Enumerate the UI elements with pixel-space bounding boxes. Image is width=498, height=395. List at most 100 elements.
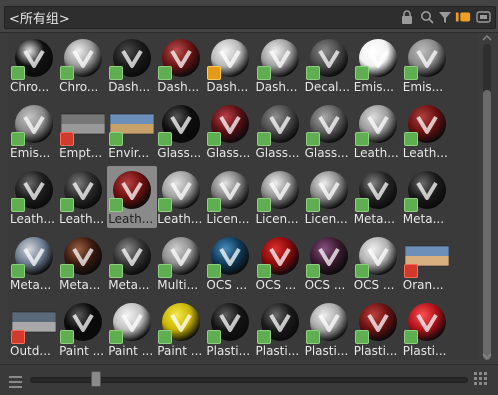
material-item[interactable]: Plasti... bbox=[206, 299, 255, 360]
material-item[interactable]: Leath... bbox=[157, 167, 206, 233]
slider-handle[interactable] bbox=[91, 371, 102, 387]
material-item[interactable]: Meta... bbox=[10, 233, 59, 299]
list-view-icon[interactable] bbox=[9, 373, 22, 392]
material-item[interactable]: Leath... bbox=[10, 167, 59, 233]
status-badge-icon bbox=[354, 330, 369, 344]
material-item[interactable]: Outd... bbox=[10, 299, 59, 360]
material-label: Emis... bbox=[10, 146, 51, 160]
material-item[interactable]: Licen... bbox=[256, 167, 305, 233]
material-item[interactable]: Leath... bbox=[59, 167, 108, 233]
material-item[interactable]: Leath... bbox=[107, 166, 158, 233]
status-badge-icon bbox=[305, 66, 320, 80]
scroll-down-icon[interactable] bbox=[481, 352, 493, 360]
material-label: Dash... bbox=[157, 80, 200, 94]
material-label: OCS ... bbox=[304, 278, 346, 292]
status-badge-icon bbox=[11, 198, 25, 212]
material-item[interactable]: Plasti... bbox=[403, 299, 452, 360]
material-item[interactable]: Glass... bbox=[206, 101, 255, 167]
material-item[interactable]: Oran... bbox=[403, 233, 452, 299]
material-item[interactable]: Glass... bbox=[305, 101, 354, 167]
material-label: Emis... bbox=[353, 80, 394, 94]
material-item[interactable]: OCS ... bbox=[256, 233, 305, 299]
material-item[interactable]: Meta... bbox=[403, 167, 452, 233]
status-badge-icon bbox=[403, 198, 418, 212]
search-icon[interactable] bbox=[419, 9, 435, 25]
status-badge-icon bbox=[109, 198, 124, 212]
material-item[interactable]: Meta... bbox=[59, 233, 108, 299]
status-badge-icon bbox=[11, 264, 25, 278]
status-badge-icon bbox=[354, 264, 369, 278]
material-label: Leath... bbox=[10, 212, 55, 226]
material-item[interactable]: OCS ... bbox=[305, 233, 354, 299]
group-title[interactable]: <所有组> bbox=[9, 8, 70, 27]
tag-icon[interactable] bbox=[475, 9, 491, 25]
status-badge-icon bbox=[109, 66, 124, 80]
status-badge-icon bbox=[158, 264, 173, 278]
material-item[interactable]: Meta... bbox=[108, 233, 157, 299]
material-label: Paint ... bbox=[157, 344, 203, 358]
material-label: Plasti... bbox=[353, 344, 398, 358]
status-badge-icon bbox=[305, 330, 320, 344]
material-label: Dash... bbox=[255, 80, 298, 94]
material-item[interactable]: Leath... bbox=[354, 101, 403, 167]
status-badge-icon bbox=[256, 330, 271, 344]
material-item[interactable]: Emis... bbox=[10, 101, 59, 167]
material-item[interactable]: Emis... bbox=[403, 35, 452, 101]
material-item[interactable]: Dash... bbox=[108, 35, 157, 101]
footer-bar bbox=[0, 364, 498, 395]
scroll-up-icon[interactable] bbox=[481, 34, 493, 42]
material-label: Multi... bbox=[157, 278, 199, 292]
vertical-scrollbar[interactable] bbox=[481, 34, 493, 361]
material-item[interactable]: Licen... bbox=[305, 167, 354, 233]
material-item[interactable]: Decal... bbox=[305, 35, 354, 101]
title-bar: <所有组> bbox=[0, 0, 498, 33]
toggle-view-icon[interactable] bbox=[455, 9, 471, 25]
status-badge-icon bbox=[305, 264, 320, 278]
scroll-thumb[interactable] bbox=[483, 90, 491, 360]
material-label: Meta... bbox=[10, 278, 52, 292]
material-item[interactable]: Paint ... bbox=[108, 299, 157, 360]
material-item[interactable]: Chro... bbox=[10, 35, 59, 101]
material-item[interactable]: Dash... bbox=[157, 35, 206, 101]
material-label: Licen... bbox=[255, 212, 299, 226]
material-item[interactable]: Plasti... bbox=[305, 299, 354, 360]
material-item[interactable]: Dash... bbox=[256, 35, 305, 101]
material-item[interactable]: Meta... bbox=[354, 167, 403, 233]
group-selector[interactable]: <所有组> bbox=[4, 6, 496, 29]
material-item[interactable]: Emis... bbox=[354, 35, 403, 101]
material-item[interactable]: Paint ... bbox=[157, 299, 206, 360]
status-badge-icon bbox=[60, 66, 75, 80]
lock-icon[interactable] bbox=[399, 9, 415, 25]
status-badge-icon bbox=[403, 132, 418, 146]
status-badge-icon bbox=[207, 66, 222, 80]
material-item[interactable]: OCS ... bbox=[354, 233, 403, 299]
material-label: Leath... bbox=[402, 146, 448, 160]
material-label: Leath... bbox=[157, 212, 203, 226]
material-item[interactable]: Multi... bbox=[157, 233, 206, 299]
material-item[interactable]: Glass... bbox=[256, 101, 305, 167]
material-item[interactable]: Licen... bbox=[206, 167, 255, 233]
material-label: Glass... bbox=[157, 146, 202, 160]
material-label: Plasti... bbox=[255, 344, 300, 358]
status-badge-icon bbox=[207, 198, 222, 212]
material-item[interactable]: Dash... bbox=[206, 35, 255, 101]
material-label: Paint ... bbox=[108, 344, 154, 358]
grid-view-icon[interactable] bbox=[474, 371, 488, 390]
status-badge-icon bbox=[305, 132, 320, 146]
material-label: Dash... bbox=[206, 80, 249, 94]
material-item[interactable]: Envir... bbox=[108, 101, 157, 167]
material-item[interactable]: Paint ... bbox=[59, 299, 108, 360]
material-item[interactable]: Leath... bbox=[403, 101, 452, 167]
material-label: Envir... bbox=[108, 146, 150, 160]
material-item[interactable]: Glass... bbox=[157, 101, 206, 167]
status-badge-icon bbox=[305, 198, 320, 212]
material-item[interactable]: OCS ... bbox=[206, 233, 255, 299]
material-grid: Chro... Chro... Dash... Dash... Dash... … bbox=[8, 33, 478, 360]
material-item[interactable]: Plasti... bbox=[354, 299, 403, 360]
filter-icon[interactable] bbox=[437, 9, 453, 25]
status-badge-icon bbox=[207, 132, 222, 146]
material-item[interactable]: Plasti... bbox=[256, 299, 305, 360]
material-item[interactable]: Empt... bbox=[59, 101, 108, 167]
status-badge-icon bbox=[11, 330, 25, 344]
material-item[interactable]: Chro... bbox=[59, 35, 108, 101]
